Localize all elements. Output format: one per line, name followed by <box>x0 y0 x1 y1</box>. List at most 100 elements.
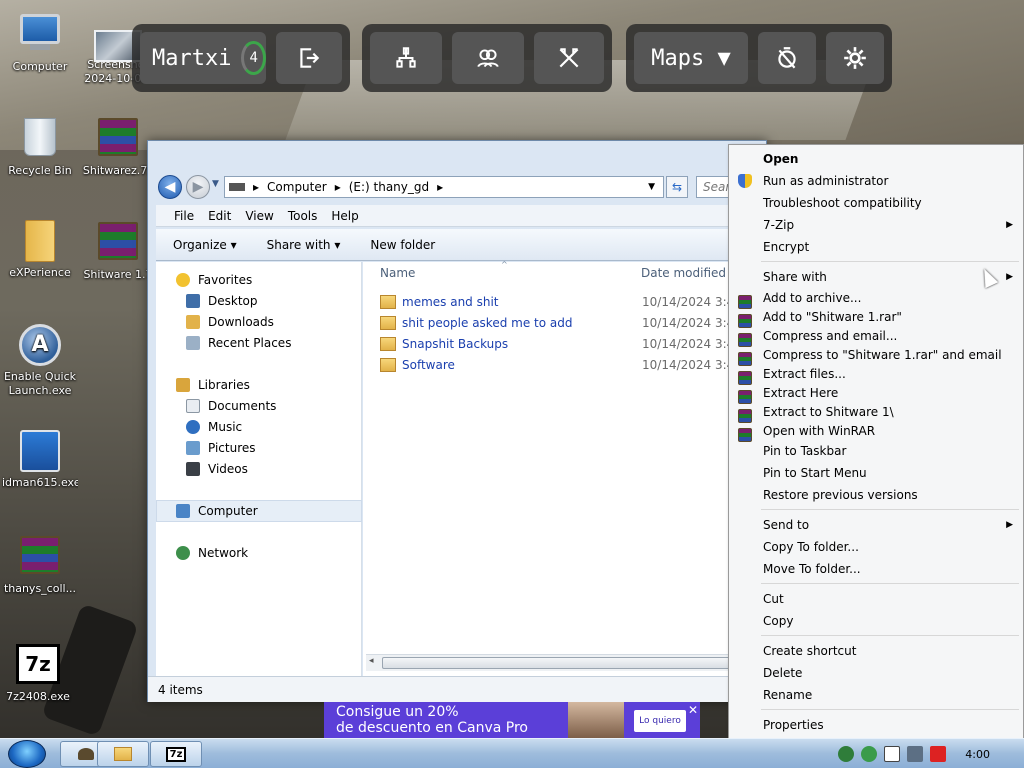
security-tray-icon[interactable] <box>861 746 878 762</box>
nav-favorites[interactable]: Favorites <box>176 270 252 290</box>
username-button[interactable]: Martxi 4 <box>140 32 266 84</box>
menu-file[interactable]: File <box>174 209 194 223</box>
close-icon[interactable]: ✕ <box>688 702 698 718</box>
scrollbar-thumb[interactable] <box>382 657 742 669</box>
scroll-left-icon[interactable]: ◂ <box>369 656 374 666</box>
tools-button[interactable] <box>534 32 604 84</box>
organize-button[interactable]: Organize ▾ <box>173 238 237 252</box>
nav-videos[interactable]: Videos <box>186 459 248 479</box>
winrar-icon <box>738 295 752 309</box>
menu-item-7zip[interactable]: 7-Zip <box>763 216 794 234</box>
maps-dropdown[interactable]: Maps ▼ <box>634 32 748 84</box>
menu-item-rename[interactable]: Rename <box>763 686 812 704</box>
users-button[interactable] <box>452 32 524 84</box>
explorer-window: ◀ ▶ ▼ ▸ Computer ▸ (E:) thany_gd ▸ ▼ ⇆ S… <box>147 140 776 702</box>
menu-item-open-with-winrar[interactable]: Open with WinRAR <box>763 422 875 440</box>
menu-help[interactable]: Help <box>331 209 358 223</box>
timer-off-button[interactable] <box>758 32 816 84</box>
network-tray-icon[interactable] <box>838 746 855 762</box>
menu-item-move-to-folder[interactable]: Move To folder... <box>763 560 861 578</box>
menu-item-copy[interactable]: Copy <box>763 612 793 630</box>
nav-label: Pictures <box>208 441 256 455</box>
display-tray-icon[interactable] <box>907 746 924 762</box>
settings-button[interactable] <box>826 32 884 84</box>
column-header-name[interactable]: Name <box>380 266 415 280</box>
file-row[interactable]: Software 10/14/2024 3:43 ... <box>380 355 770 375</box>
desktop-icon-thanys-coll[interactable]: thanys_coll... <box>2 532 78 596</box>
nav-documents[interactable]: Documents <box>186 396 276 416</box>
menu-view[interactable]: View <box>245 209 273 223</box>
menu-item-pin-start[interactable]: Pin to Start Menu <box>763 464 867 482</box>
nav-pictures[interactable]: Pictures <box>186 438 256 458</box>
nav-desktop[interactable]: Desktop <box>186 291 258 311</box>
menu-item-cut[interactable]: Cut <box>763 590 784 608</box>
refresh-button[interactable]: ⇆ <box>666 176 688 198</box>
taskbar-folder[interactable] <box>97 741 149 767</box>
desktop-icon-idman[interactable]: idman615.exe <box>2 428 78 490</box>
flag-icon[interactable] <box>884 746 901 762</box>
menu-item-send-to[interactable]: Send to <box>763 516 809 534</box>
menu-item-extract-files[interactable]: Extract files... <box>763 365 846 383</box>
ad-banner[interactable]: Consigue un 20% de descuento en Canva Pr… <box>324 702 700 738</box>
new-folder-button[interactable]: New folder <box>370 238 435 252</box>
menu-item-extract-here[interactable]: Extract Here <box>763 384 838 402</box>
folder-icon <box>16 220 64 264</box>
address-bar[interactable]: ▸ Computer ▸ (E:) thany_gd ▸ ▼ <box>224 176 664 198</box>
menu-item-properties[interactable]: Properties <box>763 716 824 734</box>
menu-item-compress-email[interactable]: Compress and email... <box>763 327 897 345</box>
menu-item-create-shortcut[interactable]: Create shortcut <box>763 642 856 660</box>
file-row[interactable]: shit people asked me to add 10/14/2024 3… <box>380 313 770 333</box>
back-button[interactable]: ◀ <box>158 175 182 199</box>
menu-item-open[interactable]: Open <box>763 150 798 168</box>
desktop-icon-computer[interactable]: Computer <box>2 10 78 74</box>
column-header-date[interactable]: Date modified <box>641 266 726 280</box>
desktop-icon-shitwarez[interactable]: Shitwarez.7z <box>80 114 156 178</box>
menu-item-add-to-archive[interactable]: Add to archive... <box>763 289 861 307</box>
menu-item-run-as-admin[interactable]: Run as administrator <box>763 172 888 190</box>
menu-item-delete[interactable]: Delete <box>763 664 802 682</box>
logout-button[interactable] <box>276 32 342 84</box>
start-button[interactable] <box>8 740 46 768</box>
volume-muted-icon[interactable] <box>930 746 947 762</box>
network-button[interactable] <box>370 32 442 84</box>
desktop-icon-experience[interactable]: eXPerience <box>2 218 78 280</box>
breadcrumb-computer[interactable]: Computer <box>267 180 327 194</box>
taskbar-7zip[interactable]: 7z <box>150 741 202 767</box>
breadcrumb-sep-icon: ▸ <box>253 180 260 194</box>
file-row[interactable]: Snapshit Backups 10/14/2024 3:41 ... <box>380 334 770 354</box>
nav-computer[interactable]: Computer <box>176 501 258 521</box>
clock[interactable]: 4:00 <box>965 748 990 761</box>
share-with-button[interactable]: Share with ▾ <box>267 238 341 252</box>
menu-item-compress-to-rar-email[interactable]: Compress to "Shitware 1.rar" and email <box>763 346 1002 364</box>
nav-network[interactable]: Network <box>176 543 248 563</box>
nav-music[interactable]: Music <box>186 417 242 437</box>
file-row[interactable]: memes and shit 10/14/2024 3:41 ... <box>380 292 770 312</box>
menu-edit[interactable]: Edit <box>208 209 231 223</box>
desktop-icon-recycle-bin[interactable]: Recycle Bin <box>2 114 78 178</box>
desktop-icon-7z2408[interactable]: 7z 7z2408.exe <box>0 640 76 704</box>
nav-libraries[interactable]: Libraries <box>176 375 250 395</box>
menu-item-copy-to-folder[interactable]: Copy To folder... <box>763 538 859 556</box>
menu-item-share-with[interactable]: Share with <box>763 268 827 286</box>
menu-item-troubleshoot[interactable]: Troubleshoot compatibility <box>763 194 922 212</box>
desktop-icon-label: Enable Quick Launch.exe <box>3 370 77 397</box>
address-dropdown-icon[interactable]: ▼ <box>648 182 655 192</box>
menu-item-pin-taskbar[interactable]: Pin to Taskbar <box>763 442 846 460</box>
nav-recent-places[interactable]: Recent Places <box>186 333 291 353</box>
nav-downloads[interactable]: Downloads <box>186 312 274 332</box>
forward-button[interactable]: ▶ <box>186 175 210 199</box>
ad-cta-button[interactable]: Lo quiero <box>634 710 686 732</box>
horizontal-scrollbar[interactable]: ◂ <box>366 654 766 671</box>
breadcrumb-drive[interactable]: (E:) thany_gd <box>349 180 429 194</box>
recent-pages-icon[interactable]: ▼ <box>212 179 219 189</box>
desktop-icon-enable-quick-launch[interactable]: A Enable Quick Launch.exe <box>2 322 78 398</box>
menu-item-add-to-rar[interactable]: Add to "Shitware 1.rar" <box>763 308 902 326</box>
menu-tools[interactable]: Tools <box>288 209 318 223</box>
desktop-icon-shitware[interactable]: Shitware 1.7 <box>80 218 156 282</box>
menu-item-encrypt[interactable]: Encrypt <box>763 238 809 256</box>
menu-item-extract-to[interactable]: Extract to Shitware 1\ <box>763 403 894 421</box>
nav-label: Desktop <box>208 294 258 308</box>
explorer-icon <box>78 748 94 760</box>
crossed-tools-icon <box>559 48 579 68</box>
menu-item-restore-versions[interactable]: Restore previous versions <box>763 486 918 504</box>
